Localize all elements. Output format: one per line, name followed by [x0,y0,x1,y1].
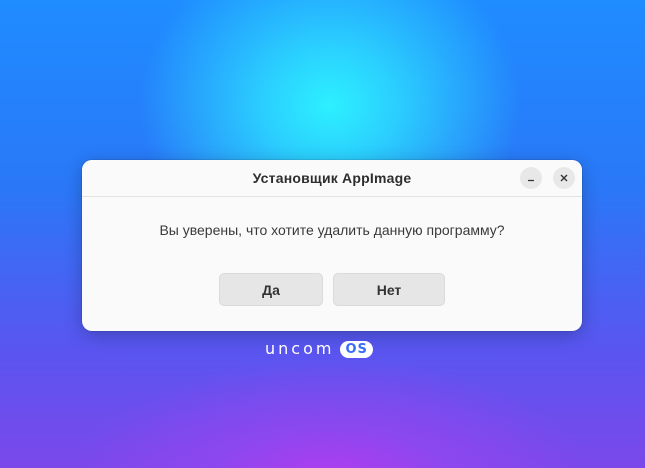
appimage-installer-dialog: Установщик AppImage Вы уверены, что хоти… [82,160,582,331]
no-button[interactable]: Нет [333,273,445,306]
yes-button[interactable]: Да [219,273,323,306]
close-button[interactable] [553,167,575,189]
dialog-title: Установщик AppImage [252,170,412,186]
confirmation-message: Вы уверены, что хотите удалить данную пр… [159,222,505,238]
logo-badge: OS [340,340,373,358]
minimize-icon [526,173,536,183]
close-icon [559,173,569,183]
uncom-os-logo: uncom OS [265,339,373,359]
dialog-titlebar[interactable]: Установщик AppImage [82,160,582,197]
minimize-button[interactable] [520,167,542,189]
logo-wordmark: uncom [265,339,335,358]
